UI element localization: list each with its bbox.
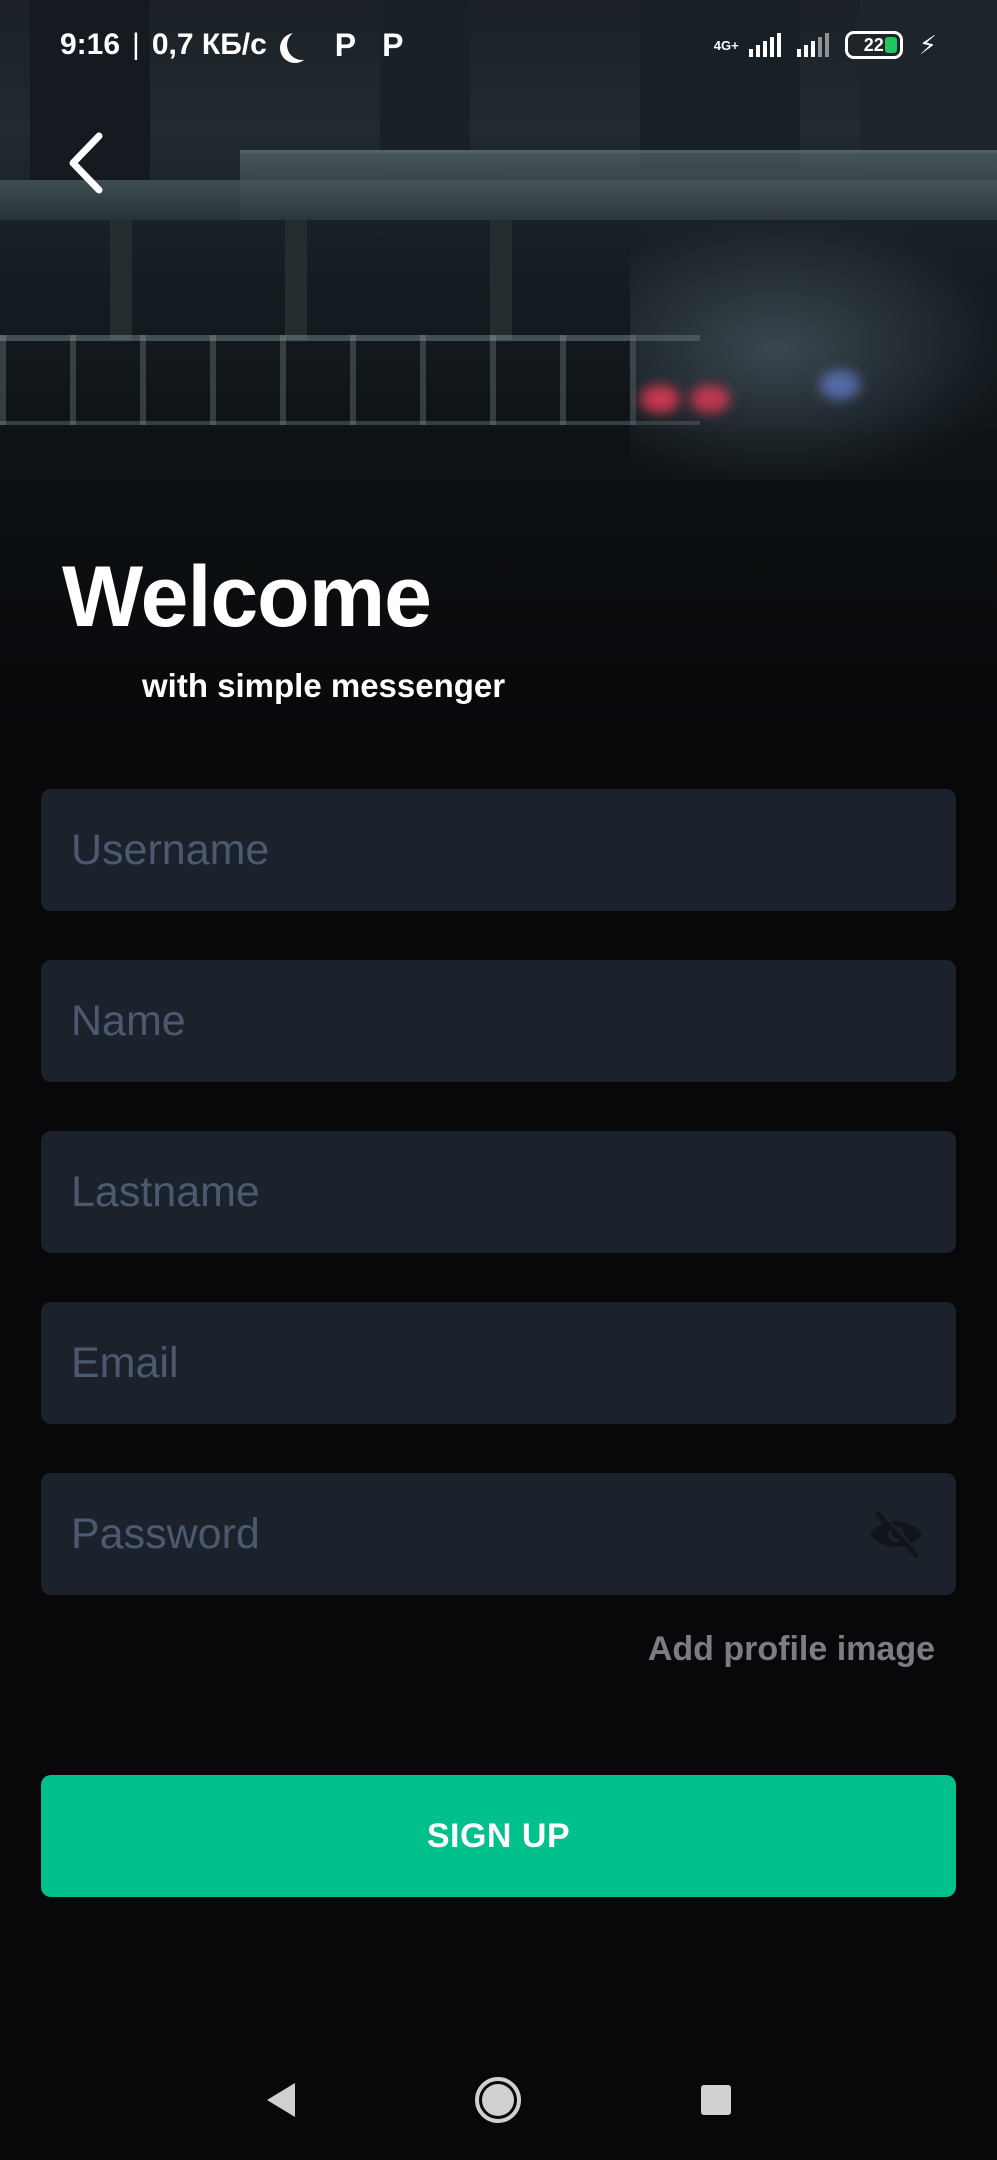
status-left: 9:16 | 0,7 КБ/с P P [60, 27, 403, 64]
signal-icon [748, 33, 781, 57]
password-input[interactable] [71, 1509, 926, 1559]
email-input[interactable] [71, 1338, 926, 1388]
page-title: Welcome [62, 549, 432, 645]
network-type-label: 4G+ [713, 37, 739, 53]
page-subtitle: with simple messenger [142, 667, 506, 704]
head-light [820, 370, 860, 400]
pillar [110, 220, 132, 340]
status-time: 9:16 [60, 28, 121, 61]
battery-level: 22 [863, 34, 884, 55]
battery-fill [884, 37, 897, 53]
app-notification-icon: P [382, 26, 404, 63]
triangle-back-icon[interactable] [266, 2083, 295, 2117]
square-recents-icon[interactable] [700, 2085, 731, 2115]
pillar [490, 220, 512, 340]
signup-screen: 9:16 | 0,7 КБ/с P P 4G+ 22 ⚡ Welcome wit… [0, 0, 997, 2160]
eye-off-icon[interactable] [868, 1509, 924, 1559]
guard-railing [0, 335, 700, 425]
home-dot [481, 2084, 514, 2116]
name-input[interactable] [71, 996, 926, 1046]
username-input[interactable] [71, 825, 926, 875]
network-speed: 0,7 КБ/с [151, 28, 267, 61]
moon-icon [287, 30, 317, 60]
vehicle [630, 220, 997, 480]
overpass [0, 180, 997, 220]
email-field-container[interactable] [41, 1302, 956, 1424]
pillar [285, 220, 307, 340]
lastname-field-container[interactable] [41, 1131, 956, 1253]
battery-icon: 22 [844, 31, 903, 59]
status-bar: 9:16 | 0,7 КБ/с P P 4G+ 22 ⚡ [0, 0, 997, 90]
chevron-left-icon [69, 132, 103, 194]
name-field-container[interactable] [41, 960, 956, 1082]
signal-icon [796, 33, 829, 57]
lastname-input[interactable] [71, 1167, 926, 1217]
tail-light [640, 385, 680, 413]
tail-light [690, 385, 730, 413]
status-separator: | [132, 28, 140, 61]
charging-bolt-icon: ⚡ [918, 29, 937, 60]
back-button[interactable] [55, 128, 115, 198]
system-navigation-bar [0, 2040, 997, 2160]
add-profile-image-link[interactable]: Add profile image [648, 1630, 935, 1669]
circle-home-icon[interactable] [474, 2077, 521, 2123]
app-notification-icon: P [334, 26, 357, 63]
password-field-container[interactable] [41, 1473, 956, 1595]
sign-up-button[interactable]: SIGN UP [41, 1775, 956, 1897]
status-right: 4G+ 22 ⚡ [714, 30, 937, 61]
username-field-container[interactable] [41, 789, 956, 911]
